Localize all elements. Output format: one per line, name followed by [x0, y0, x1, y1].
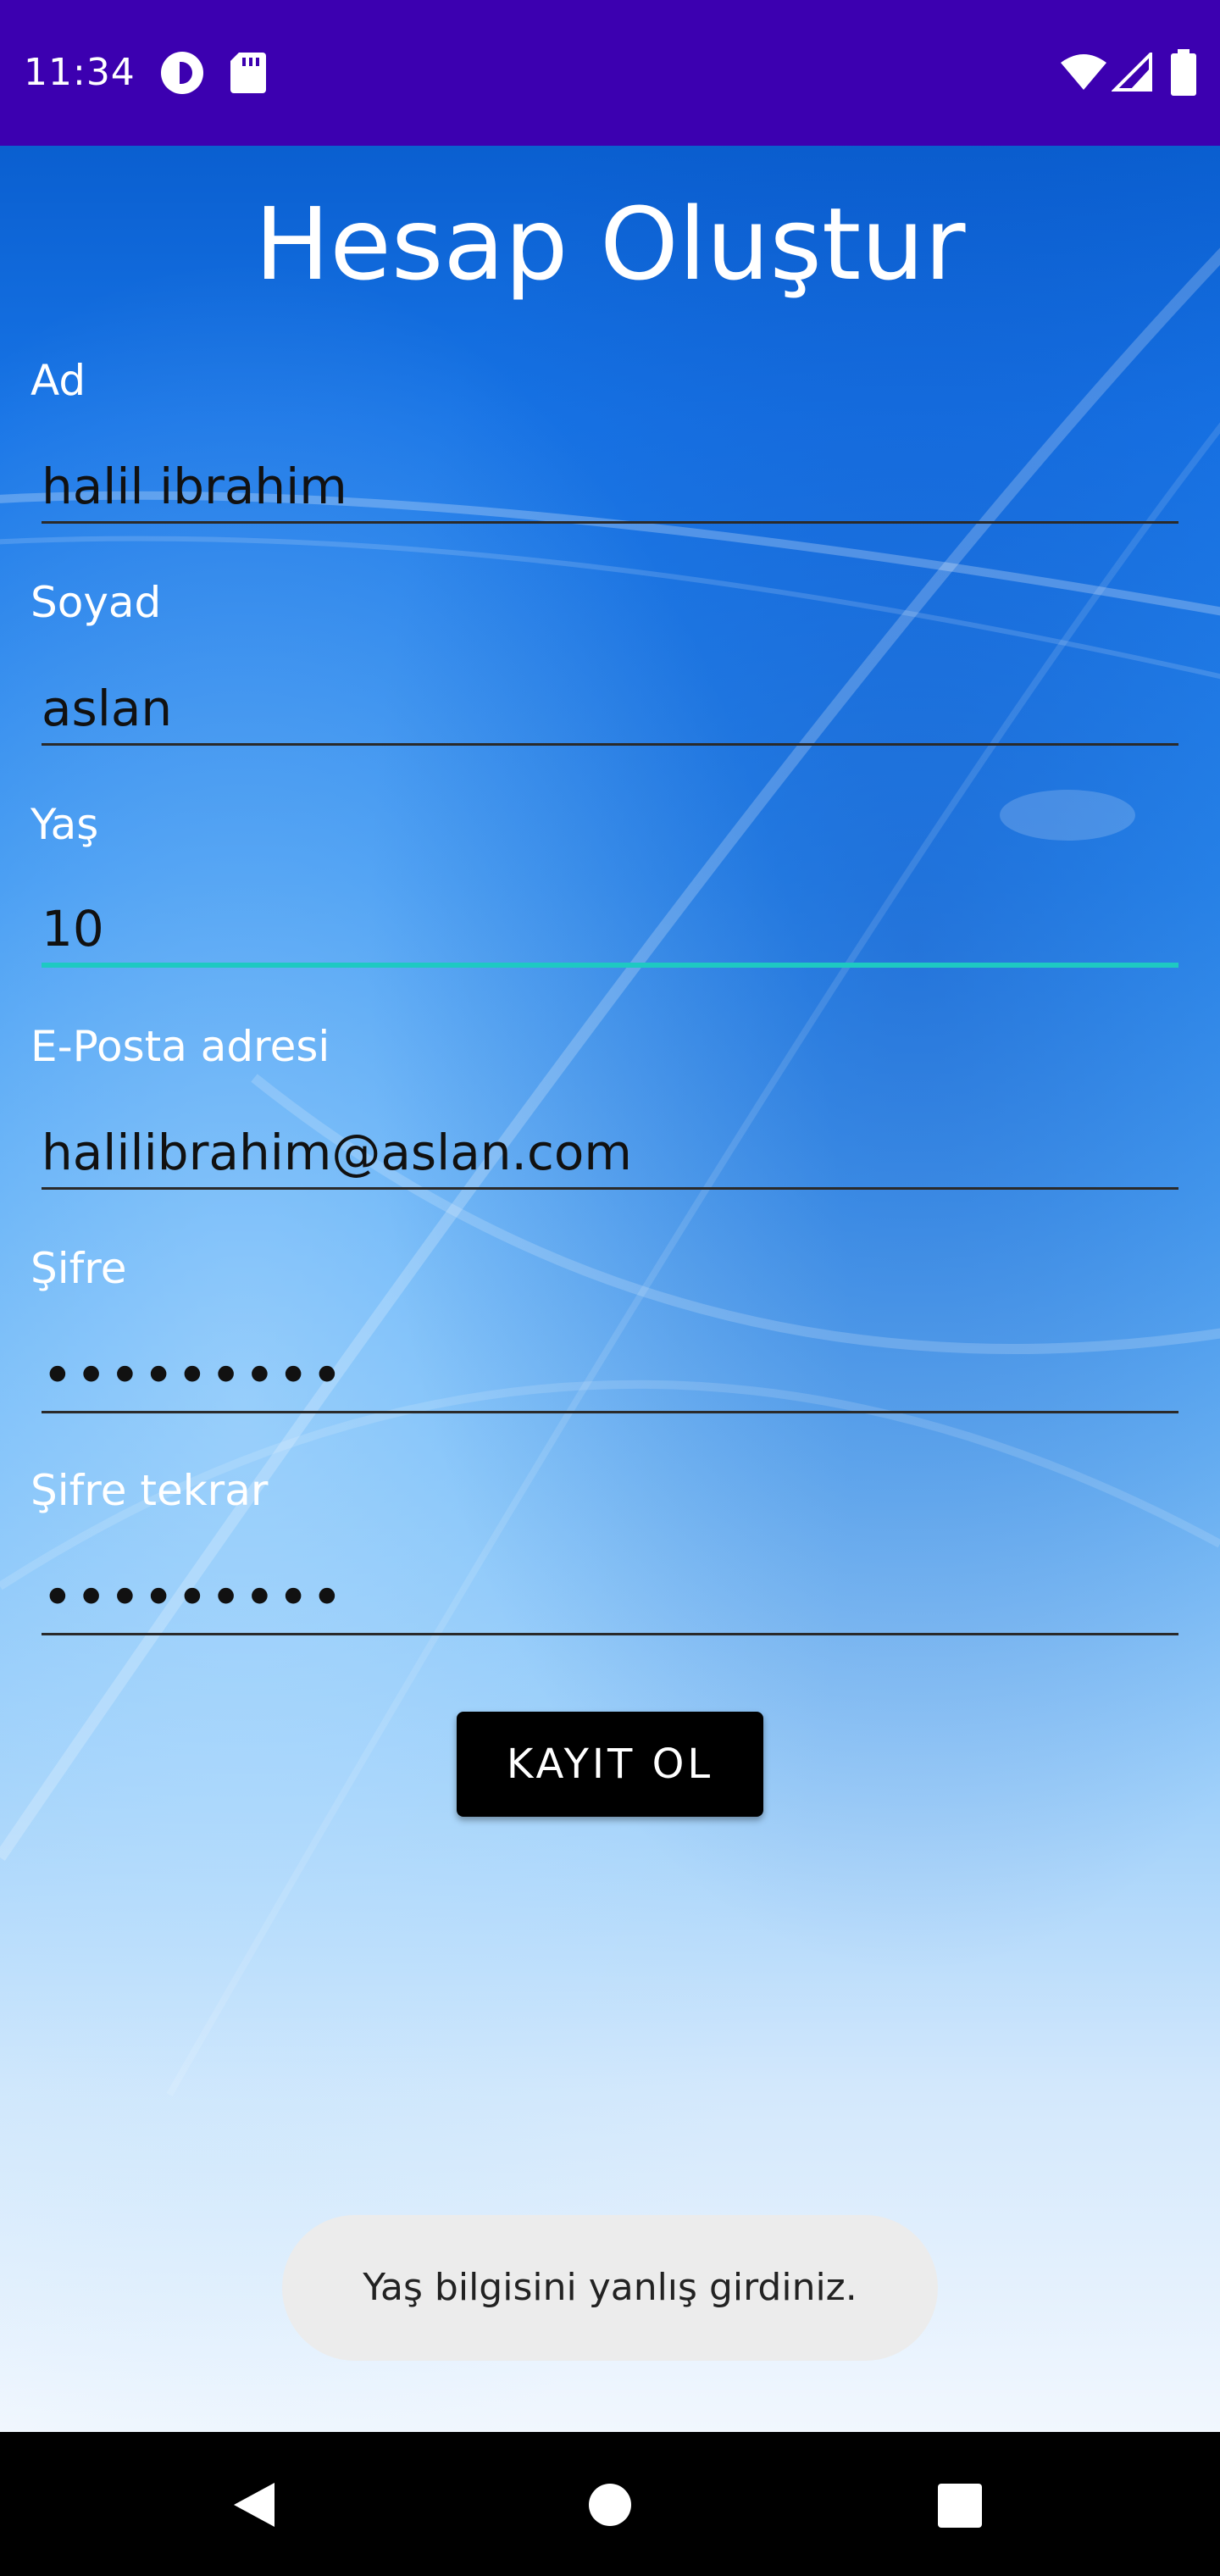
toast-text: Yaş bilgisini yanlış girdiniz.	[363, 2266, 857, 2309]
age-input[interactable]	[42, 895, 1178, 968]
sd-card-icon	[230, 53, 266, 93]
email-input[interactable]	[42, 1117, 1178, 1190]
email-label: E-Posta adresi	[30, 1022, 330, 1071]
home-icon[interactable]	[586, 2481, 634, 2529]
battery-icon	[1171, 49, 1196, 96]
cell-signal-icon	[1112, 53, 1152, 92]
register-button[interactable]: KAYIT OL	[457, 1712, 763, 1817]
screen: 11:34 Hesap Oluştur Ad halil ibrahim Soy…	[0, 0, 1220, 2576]
toast-message: Yaş bilgisini yanlış girdiniz.	[282, 2215, 938, 2361]
status-time: 11:34	[24, 51, 136, 94]
password-input[interactable]	[42, 1341, 1178, 1413]
wifi-icon	[1061, 54, 1106, 90]
password-label: Şifre	[30, 1244, 127, 1293]
notification-app-icon	[161, 52, 203, 94]
password-repeat-label: Şifre tekrar	[30, 1466, 269, 1515]
first-name-input[interactable]	[42, 451, 1178, 524]
page-title: Hesap Oluştur	[254, 186, 966, 303]
first-name-label: Ad	[30, 356, 86, 405]
recents-icon[interactable]	[937, 2483, 983, 2529]
age-label: Yaş	[30, 800, 99, 849]
last-name-label: Soyad	[30, 578, 162, 627]
status-bar: 11:34	[0, 0, 1220, 146]
password-repeat-input[interactable]	[42, 1563, 1178, 1635]
back-icon[interactable]	[230, 2479, 278, 2530]
last-name-input[interactable]	[42, 673, 1178, 746]
